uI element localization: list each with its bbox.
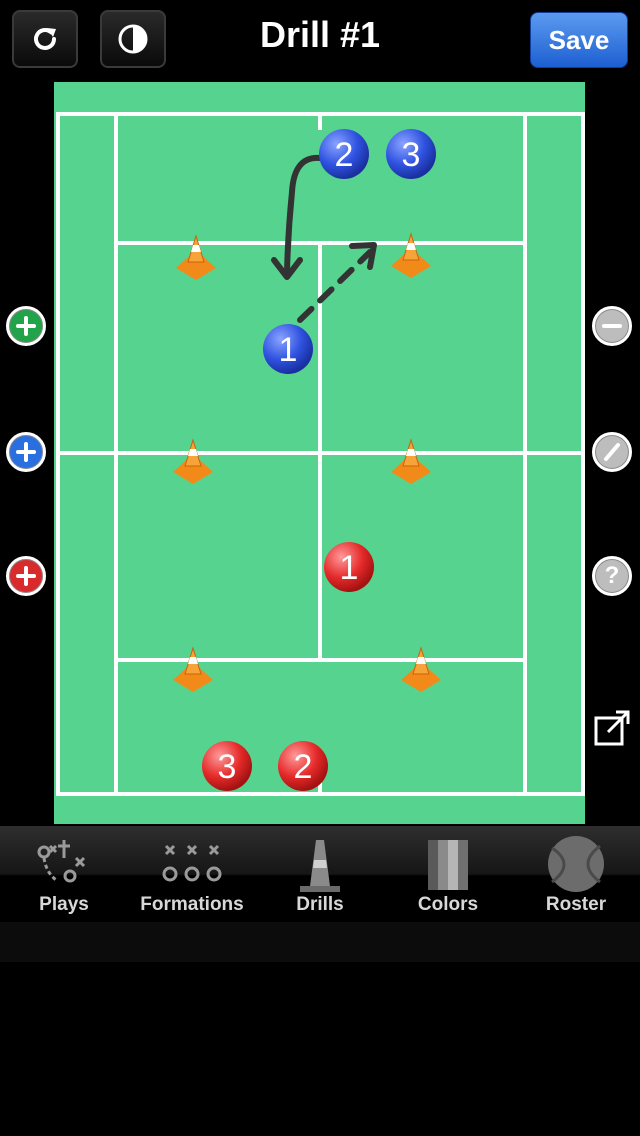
formations-icon <box>162 844 222 882</box>
add-green-button[interactable] <box>6 306 46 346</box>
tab-label: Colors <box>417 894 479 915</box>
tab-bar: Plays Formations Drills Colors Roster <box>0 826 640 922</box>
plus-icon <box>16 566 36 586</box>
cones <box>173 232 441 692</box>
cone-icon <box>391 232 431 278</box>
blue-player[interactable]: 3 <box>386 129 436 179</box>
cone-icon <box>300 840 340 892</box>
plus-icon <box>16 316 36 336</box>
tab-bar-shadow <box>0 922 640 962</box>
plays-icon <box>37 840 86 883</box>
add-blue-button[interactable] <box>6 432 46 472</box>
red-player[interactable]: 1 <box>324 542 374 592</box>
refresh-icon <box>34 28 56 50</box>
tab-label: Drills <box>296 894 344 915</box>
share-icon <box>594 710 630 746</box>
blue-player[interactable]: 1 <box>263 324 313 374</box>
court[interactable]: 2 3 1 1 3 2 <box>54 82 585 824</box>
cone-icon <box>173 438 213 484</box>
cone-icon <box>401 646 441 692</box>
slash-icon <box>604 443 620 461</box>
contrast-icon <box>118 24 148 54</box>
page-title: Drill #1 <box>259 14 381 55</box>
solid-run-arrow <box>284 154 323 275</box>
draw-line-button[interactable] <box>592 432 632 472</box>
blue-player[interactable]: 2 <box>319 129 369 179</box>
dashed-pass-arrow <box>297 249 373 323</box>
tab-label: Formations <box>140 894 244 915</box>
red-player[interactable]: 3 <box>202 741 252 791</box>
player-number: 3 <box>218 748 237 786</box>
tab-colors[interactable]: Colors <box>384 826 512 922</box>
refresh-button[interactable] <box>12 10 78 68</box>
add-red-button[interactable] <box>6 556 46 596</box>
remove-button[interactable] <box>592 306 632 346</box>
plus-icon <box>16 442 36 462</box>
minus-icon <box>602 324 622 328</box>
ball-icon <box>548 836 604 892</box>
share-button[interactable] <box>592 708 632 748</box>
tab-label: Plays <box>39 894 89 915</box>
question-icon: ? <box>604 562 620 589</box>
colors-icon <box>428 840 468 890</box>
drill-paths <box>271 154 377 323</box>
save-button[interactable]: Save <box>530 12 628 68</box>
player-number: 1 <box>279 331 298 369</box>
cone-icon <box>173 646 213 692</box>
top-bar: Drill #1 Save <box>0 0 640 82</box>
tab-label: Roster <box>545 894 607 915</box>
help-button[interactable]: ? <box>592 556 632 596</box>
tab-drills[interactable]: Drills <box>256 826 384 922</box>
tab-formations[interactable]: Formations <box>128 826 256 922</box>
tab-plays[interactable]: Plays <box>0 826 128 922</box>
player-number: 1 <box>340 549 359 587</box>
cone-icon <box>391 438 431 484</box>
contrast-button[interactable] <box>100 10 166 68</box>
player-number: 3 <box>402 136 421 174</box>
court-lines <box>56 112 585 796</box>
player-number: 2 <box>294 748 313 786</box>
tab-roster[interactable]: Roster <box>512 826 640 922</box>
player-number: 2 <box>335 136 354 174</box>
court-canvas[interactable]: 2 3 1 1 3 2 <box>54 82 585 824</box>
red-player[interactable]: 2 <box>278 741 328 791</box>
